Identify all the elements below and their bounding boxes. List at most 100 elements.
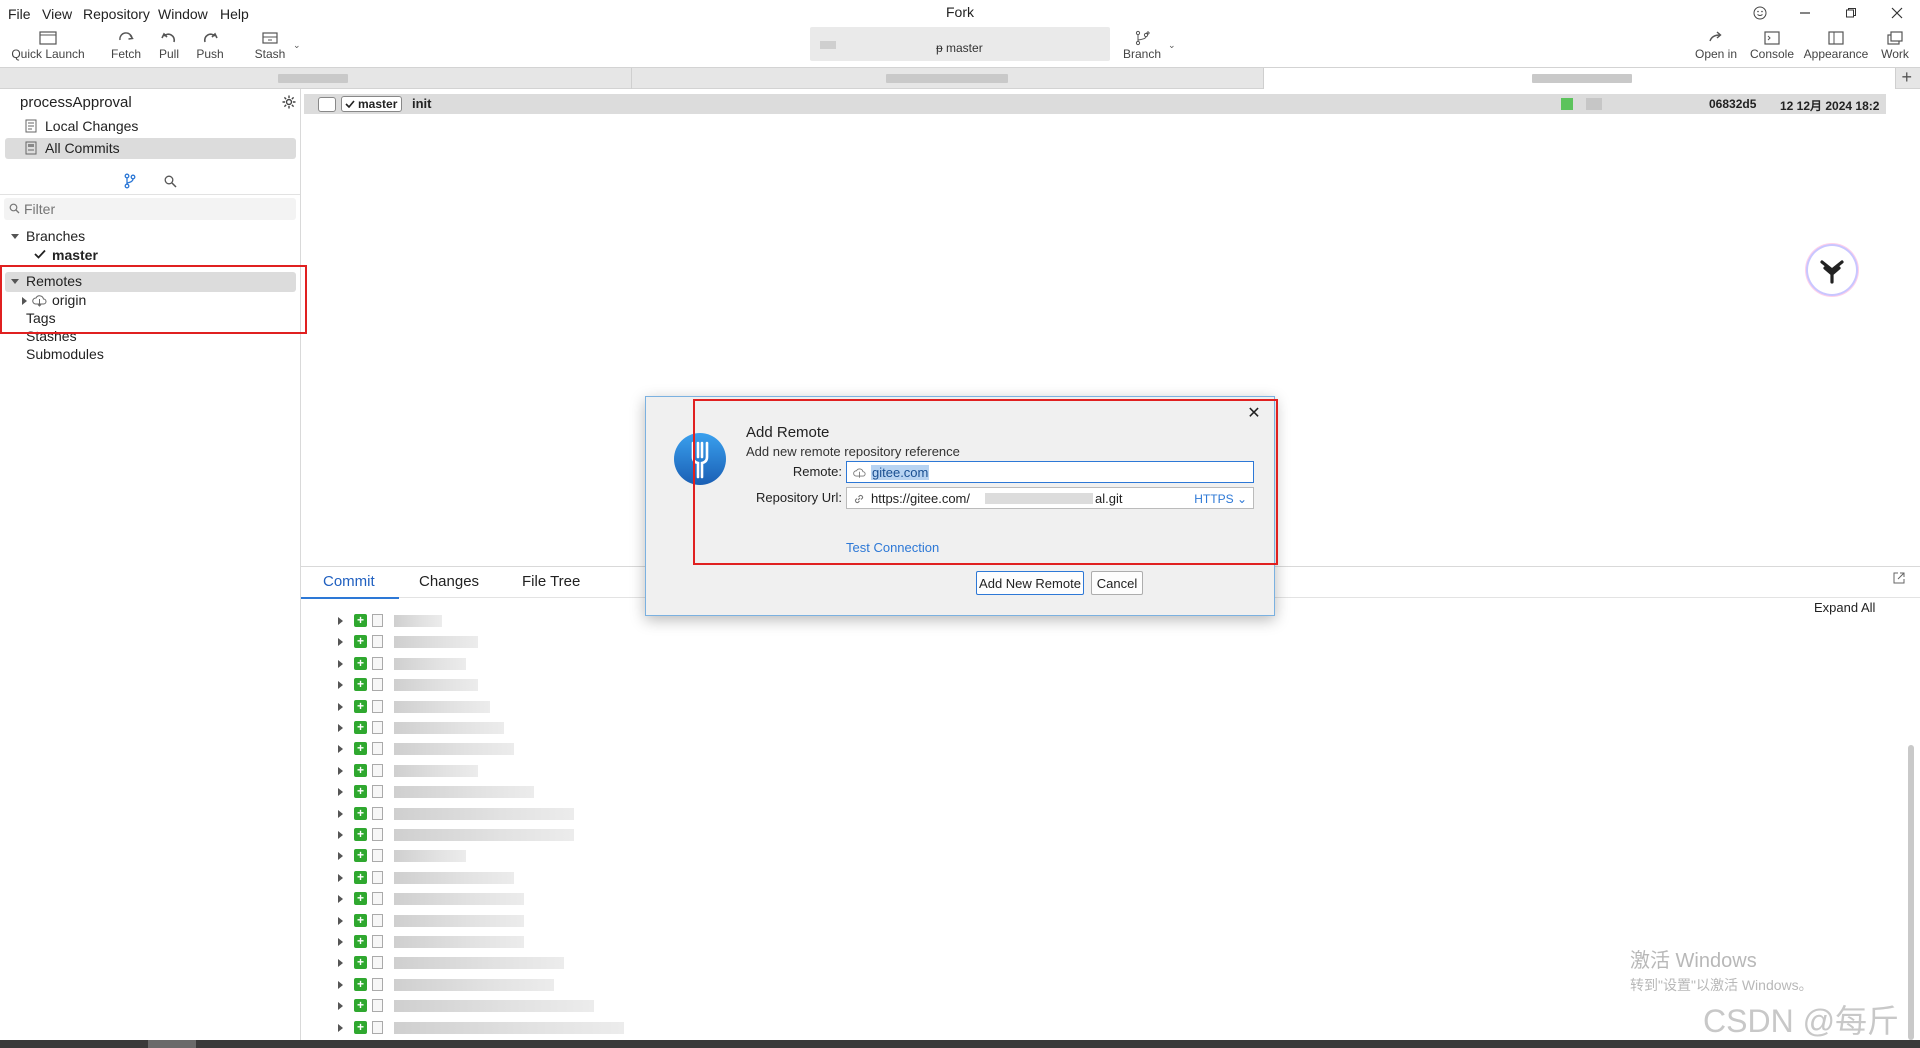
expand-arrow-icon[interactable] (338, 638, 343, 647)
current-branch-selector[interactable]: ᵽ master (810, 27, 1110, 61)
tree-branch-master[interactable]: master (5, 245, 296, 263)
taskbar-active-app[interactable] (148, 1040, 196, 1048)
pull-button[interactable]: Pull (154, 28, 184, 66)
expand-arrow-icon[interactable] (338, 745, 343, 754)
menu-repository[interactable]: Repository (83, 6, 150, 22)
expand-arrow-icon[interactable] (338, 659, 343, 668)
blurred-path (820, 41, 836, 49)
expand-arrow-icon[interactable] (338, 916, 343, 925)
tree-submodules[interactable]: Submodules (5, 345, 296, 365)
floating-assistant-icon[interactable] (1808, 246, 1856, 294)
fetch-button[interactable]: Fetch (108, 28, 144, 66)
expand-arrow-icon[interactable] (338, 873, 343, 882)
close-window-icon[interactable] (1877, 2, 1917, 24)
protocol-label: HTTPS (1194, 492, 1234, 506)
file-type-icon (372, 656, 383, 670)
tree-remotes[interactable]: Remotes (5, 272, 296, 292)
expand-arrow-icon[interactable] (338, 895, 343, 904)
tree-remote-origin[interactable]: origin (5, 291, 296, 311)
added-file-icon: + (354, 892, 367, 906)
file-name-blurred (394, 679, 478, 692)
expand-arrow-icon[interactable] (338, 1023, 343, 1032)
expand-arrow-icon[interactable] (338, 702, 343, 711)
protocol-dropdown[interactable]: HTTPS ⌄ (1194, 492, 1247, 506)
tree-branches[interactable]: Branches (5, 227, 296, 247)
repo-tab-active[interactable] (1264, 68, 1896, 89)
expand-arrow-icon[interactable] (338, 766, 343, 775)
search-icon[interactable] (164, 175, 177, 188)
commit-message: init (412, 96, 432, 111)
tree-tags[interactable]: Tags (5, 309, 296, 329)
feedback-smiley-icon[interactable] (1740, 2, 1780, 24)
tab-commit[interactable]: Commit (323, 573, 375, 590)
menu-file[interactable]: File (8, 6, 31, 22)
branches-label: Branches (26, 228, 86, 244)
restore-icon[interactable] (1831, 2, 1871, 24)
file-type-icon (372, 614, 383, 627)
filter-box (4, 198, 296, 220)
popout-icon[interactable] (1893, 572, 1905, 584)
repo-tab-2[interactable] (632, 68, 1264, 89)
tree-stashes[interactable]: Stashes (5, 327, 296, 347)
vertical-scrollbar[interactable] (1908, 745, 1914, 1040)
cancel-button[interactable]: Cancel (1091, 571, 1143, 595)
expand-arrow-icon[interactable] (338, 788, 343, 797)
branch-icon (1135, 30, 1150, 46)
commit-row[interactable]: master init 06832d5 12 12月 2024 18:2 (304, 94, 1886, 114)
repo-tab-1[interactable] (0, 68, 632, 89)
current-branch-name: master (946, 41, 983, 55)
push-button[interactable]: Push (194, 28, 226, 66)
work-button[interactable]: Work (1876, 28, 1914, 66)
stash-dropdown-icon[interactable]: ⌄ (293, 40, 301, 51)
gear-icon[interactable] (282, 95, 296, 109)
stash-label: Stash (254, 47, 286, 61)
expand-arrow-icon[interactable] (338, 617, 343, 625)
file-name-blurred (394, 893, 524, 906)
expand-arrow-icon[interactable] (338, 831, 343, 839)
menu-help[interactable]: Help (220, 6, 249, 22)
console-button[interactable]: Console (1750, 28, 1794, 66)
nav-local-changes[interactable]: Local Changes (5, 116, 296, 137)
file-name-blurred (394, 615, 442, 627)
menu-view[interactable]: View (42, 6, 72, 22)
tab-changes[interactable]: Changes (419, 573, 479, 590)
tab-file-tree[interactable]: File Tree (522, 573, 580, 590)
remote-name-input[interactable]: gitee.com (846, 461, 1254, 483)
filter-input[interactable] (24, 200, 284, 218)
added-file-icon: + (354, 913, 367, 927)
file-type-icon (372, 913, 383, 927)
expand-arrow-icon[interactable] (338, 980, 343, 989)
expand-arrow-icon[interactable] (338, 852, 343, 861)
open-in-button[interactable]: Open in (1694, 28, 1738, 66)
file-type-icon (372, 806, 383, 820)
stash-button[interactable]: Stash (252, 28, 288, 66)
branch-dropdown-icon[interactable]: ⌄ (1168, 40, 1176, 51)
filter-search-icon (9, 203, 20, 214)
add-tab-icon[interactable]: + (1901, 67, 1912, 88)
expand-all-button[interactable]: Expand All (1814, 600, 1875, 615)
expand-arrow-icon[interactable] (338, 959, 343, 968)
menu-window[interactable]: Window (158, 6, 208, 22)
expand-arrow-icon[interactable] (338, 1002, 343, 1011)
local-changes-label: Local Changes (45, 118, 139, 134)
branch-button[interactable]: Branch (1122, 28, 1162, 66)
branches-expand-arrow-icon[interactable] (11, 234, 19, 239)
quick-launch-button[interactable]: Quick Launch (11, 28, 85, 66)
remotes-expand-arrow-icon[interactable] (11, 279, 19, 284)
test-connection-link[interactable]: Test Connection (846, 540, 939, 555)
expand-arrow-icon[interactable] (338, 809, 343, 818)
add-new-remote-button[interactable]: Add New Remote (976, 571, 1084, 595)
repository-url-input[interactable]: https://gitee.com/ al.git HTTPS ⌄ (846, 487, 1254, 509)
tags-label: Tags (26, 310, 56, 326)
origin-expand-arrow-icon[interactable] (22, 297, 27, 305)
branch-view-icon[interactable] (124, 173, 136, 189)
expand-arrow-icon[interactable] (338, 681, 343, 690)
appearance-button[interactable]: Appearance (1804, 28, 1868, 66)
close-dialog-icon[interactable]: ✕ (1244, 403, 1264, 423)
expand-arrow-icon[interactable] (338, 938, 343, 946)
fetch-label: Fetch (110, 47, 141, 61)
quick-launch-icon (39, 31, 57, 45)
minimize-icon[interactable] (1785, 2, 1825, 24)
expand-arrow-icon[interactable] (338, 724, 343, 732)
nav-all-commits[interactable]: All Commits (5, 138, 296, 159)
